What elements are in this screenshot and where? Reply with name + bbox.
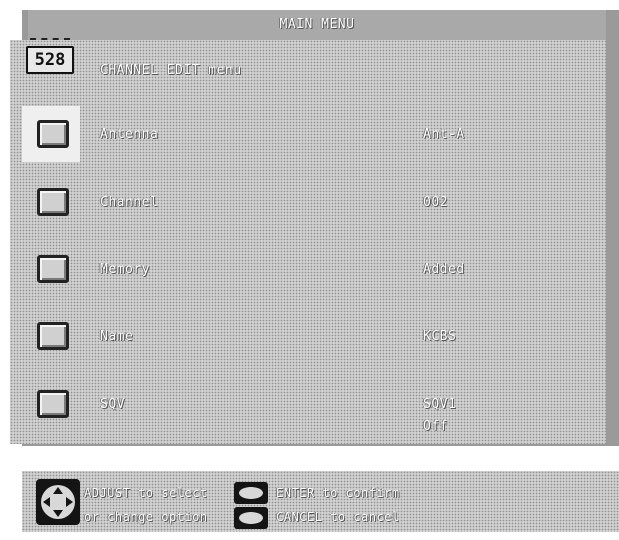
dpad-icon [36, 479, 80, 525]
memory-button[interactable] [37, 255, 69, 283]
row-value-sqv-status: Off [423, 419, 448, 434]
row-value-memory: Added [423, 262, 465, 277]
row-label-name: Name [100, 329, 134, 344]
row-label-channel: Channel [100, 195, 159, 210]
channel-button[interactable] [37, 188, 69, 216]
help-bar: ADJUST to select or change option ENTER … [22, 471, 619, 532]
antenna-button[interactable] [37, 120, 69, 148]
row-label-memory: Memory [100, 262, 150, 277]
row-value-channel: 002 [423, 195, 448, 210]
row-value-name: KCBS [423, 329, 457, 344]
name-button[interactable] [37, 322, 69, 350]
help-cancel: CANCEL to cancel [276, 510, 400, 524]
row-value-sqv: SQV1 [423, 397, 457, 412]
row-label-antenna: Antenna [100, 127, 159, 142]
row-value-antenna: Ant-A [423, 127, 465, 142]
menu-panel [10, 40, 606, 444]
help-adjust-line2: or change option [84, 510, 208, 524]
help-enter: ENTER to confirm [276, 486, 400, 500]
channel-badge: 528 [26, 46, 74, 74]
row-label-sqv: SQV [100, 397, 125, 412]
window-title: MAIN MENU [279, 17, 355, 32]
antenna-icon [30, 38, 70, 46]
enter-button-icon [234, 482, 268, 504]
cancel-button-icon [234, 507, 268, 529]
help-adjust-line1: ADJUST to select [84, 486, 208, 500]
section-title: CHANNEL EDIT menu [100, 63, 242, 78]
title-bar: MAIN MENU [28, 10, 606, 40]
tv-channel-icon: 528 [24, 38, 76, 78]
sqv-button[interactable] [37, 390, 69, 418]
